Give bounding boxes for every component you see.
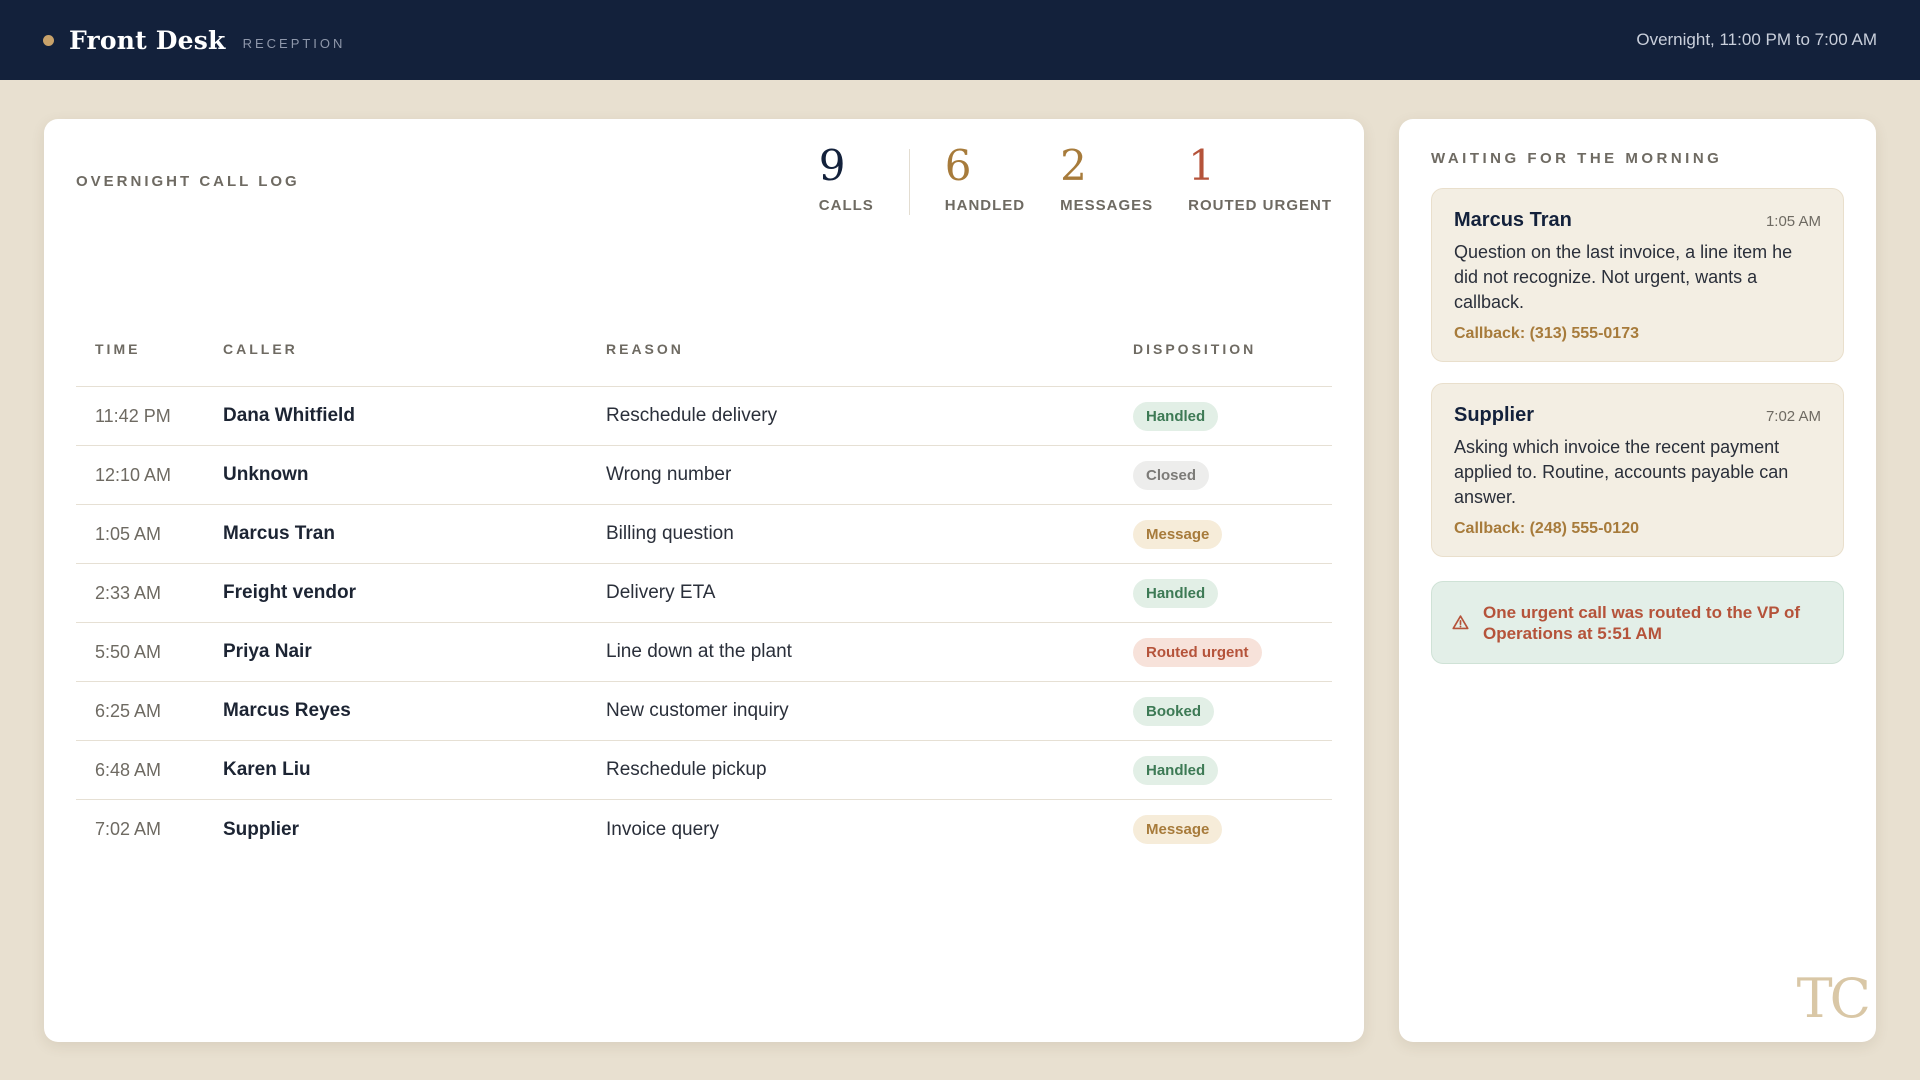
table-row[interactable]: 11:42 PM Dana Whitfield Reschedule deliver… [76,387,1332,446]
call-time: 11:42 PM [95,405,171,426]
call-time: 1:05 AM [95,523,162,544]
disposition-badge: Closed [1133,460,1210,490]
stat-messages-value: 2 [1060,141,1087,190]
stats-summary: 9 CALLS 6 HANDLED 2 MESSAGES 1 ROUTED UR… [819,143,1332,215]
disposition-badge: Handled [1133,401,1219,431]
waiting-panel: WAITING FOR THE MORNING Marcus Tran 1:05… [1399,119,1876,1042]
warning-triangle-icon [1452,615,1469,630]
call-time: 6:25 AM [95,700,162,721]
call-reason: New customer inquiry [606,700,789,721]
call-time: 6:48 AM [95,759,162,780]
app-subtitle: RECEPTION [242,35,346,51]
call-log-table: TIME CALLER REASON DISPOSITION 11:42 PM D… [76,341,1332,859]
column-header-disposition[interactable]: DISPOSITION [1133,341,1332,357]
stat-calls-value: 9 [818,141,846,190]
stat-urgent-label: ROUTED URGENT [1188,197,1332,214]
message-caller-name: Marcus Tran [1454,209,1572,231]
stat-handled: 6 HANDLED [944,141,1026,215]
caller-name: Freight vendor [223,582,357,603]
caller-name: Priya Nair [223,641,312,662]
caller-name: Karen Liu [223,759,311,780]
urgent-alert: One urgent call was routed to the VP of … [1431,581,1844,664]
table-row[interactable]: 2:33 AM Freight vendor Delivery ETA Handled [76,564,1332,623]
message-body: Asking which invoice the recent payment … [1454,437,1789,507]
stat-divider [908,149,910,215]
company-monogram-logo: TC [1796,967,1871,1030]
stat-handled-label: HANDLED [944,197,1026,214]
table-row[interactable]: 6:48 AM Karen Liu Reschedule pickup Handled [76,741,1332,800]
caller-name: Supplier [223,818,300,840]
stat-messages: 2 MESSAGES [1060,141,1154,215]
call-reason: Reschedule delivery [606,405,778,426]
call-time: 5:50 AM [95,641,162,662]
waiting-title: WAITING FOR THE MORNING [1431,150,1723,167]
caller-name: Unknown [223,464,309,485]
column-header-reason[interactable]: REASON [606,341,1133,357]
disposition-badge: Handled [1133,578,1219,608]
shift-window: Overnight, 11:00 PM to 7:00 AM [1636,30,1877,49]
call-time: 7:02 AM [95,819,162,839]
call-reason: Line down at the plant [606,641,792,662]
top-bar: Front Desk RECEPTION Overnight, 11:00 PM… [0,0,1920,80]
column-header-caller[interactable]: CALLER [223,341,606,357]
stat-messages-label: MESSAGES [1060,197,1154,214]
call-time: 12:10 AM [95,464,172,485]
call-time: 2:33 AM [95,582,162,603]
column-header-time[interactable]: TIME [76,341,223,357]
call-reason: Delivery ETA [606,582,716,603]
table-row[interactable]: 6:25 AM Marcus Reyes New customer inquiry B… [76,682,1332,741]
call-reason: Billing question [606,523,734,544]
stat-handled-value: 6 [944,141,972,190]
disposition-badge: Message [1133,519,1223,549]
table-body: 11:42 PM Dana Whitfield Reschedule deliver… [76,387,1332,859]
caller-name: Dana Whitfield [223,405,355,426]
caller-name: Marcus Reyes [223,700,351,721]
status-dot-icon [43,34,54,46]
disposition-badge: Message [1133,815,1223,844]
message-time: 1:05 AM [1765,213,1821,230]
message-caller-name: Supplier [1454,404,1535,426]
message-time: 7:02 AM [1765,408,1821,425]
table-header: TIME CALLER REASON DISPOSITION [76,341,1332,387]
call-reason: Wrong number [606,464,732,485]
urgent-alert-text: One urgent call was routed to the VP of … [1483,602,1801,643]
callback-number[interactable]: Callback: (248) 555-0120 [1454,520,1821,538]
call-log-panel: OVERNIGHT CALL LOG 9 CALLS 6 HANDLED 2 M… [44,119,1364,1042]
table-row[interactable]: 12:10 AM Unknown Wrong number Closed [76,446,1332,505]
call-log-title: OVERNIGHT CALL LOG [76,173,300,190]
message-body: Question on the last invoice, a line ite… [1454,242,1793,312]
message-card[interactable]: Supplier 7:02 AM Asking which invoice th… [1431,383,1844,557]
message-card[interactable]: Marcus Tran 1:05 AM Question on the last… [1431,188,1844,362]
stat-urgent: 1 ROUTED URGENT [1188,141,1332,215]
stat-calls-label: CALLS [818,197,874,214]
disposition-badge: Routed urgent [1133,637,1262,667]
call-reason: Reschedule pickup [606,759,767,780]
disposition-badge: Booked [1133,696,1215,726]
app-title: Front Desk [69,25,226,55]
callback-number[interactable]: Callback: (313) 555-0173 [1454,325,1821,343]
table-row[interactable]: 7:02 AM Supplier Invoice query Message [76,800,1332,859]
stat-urgent-value: 1 [1188,141,1215,190]
call-reason: Invoice query [606,818,720,840]
disposition-badge: Handled [1133,755,1219,785]
stat-calls: 9 CALLS [818,141,874,215]
table-row[interactable]: 1:05 AM Marcus Tran Billing question Messag… [76,505,1332,564]
table-row[interactable]: 5:50 AM Priya Nair Line down at the plant R… [76,623,1332,682]
caller-name: Marcus Tran [223,523,335,544]
